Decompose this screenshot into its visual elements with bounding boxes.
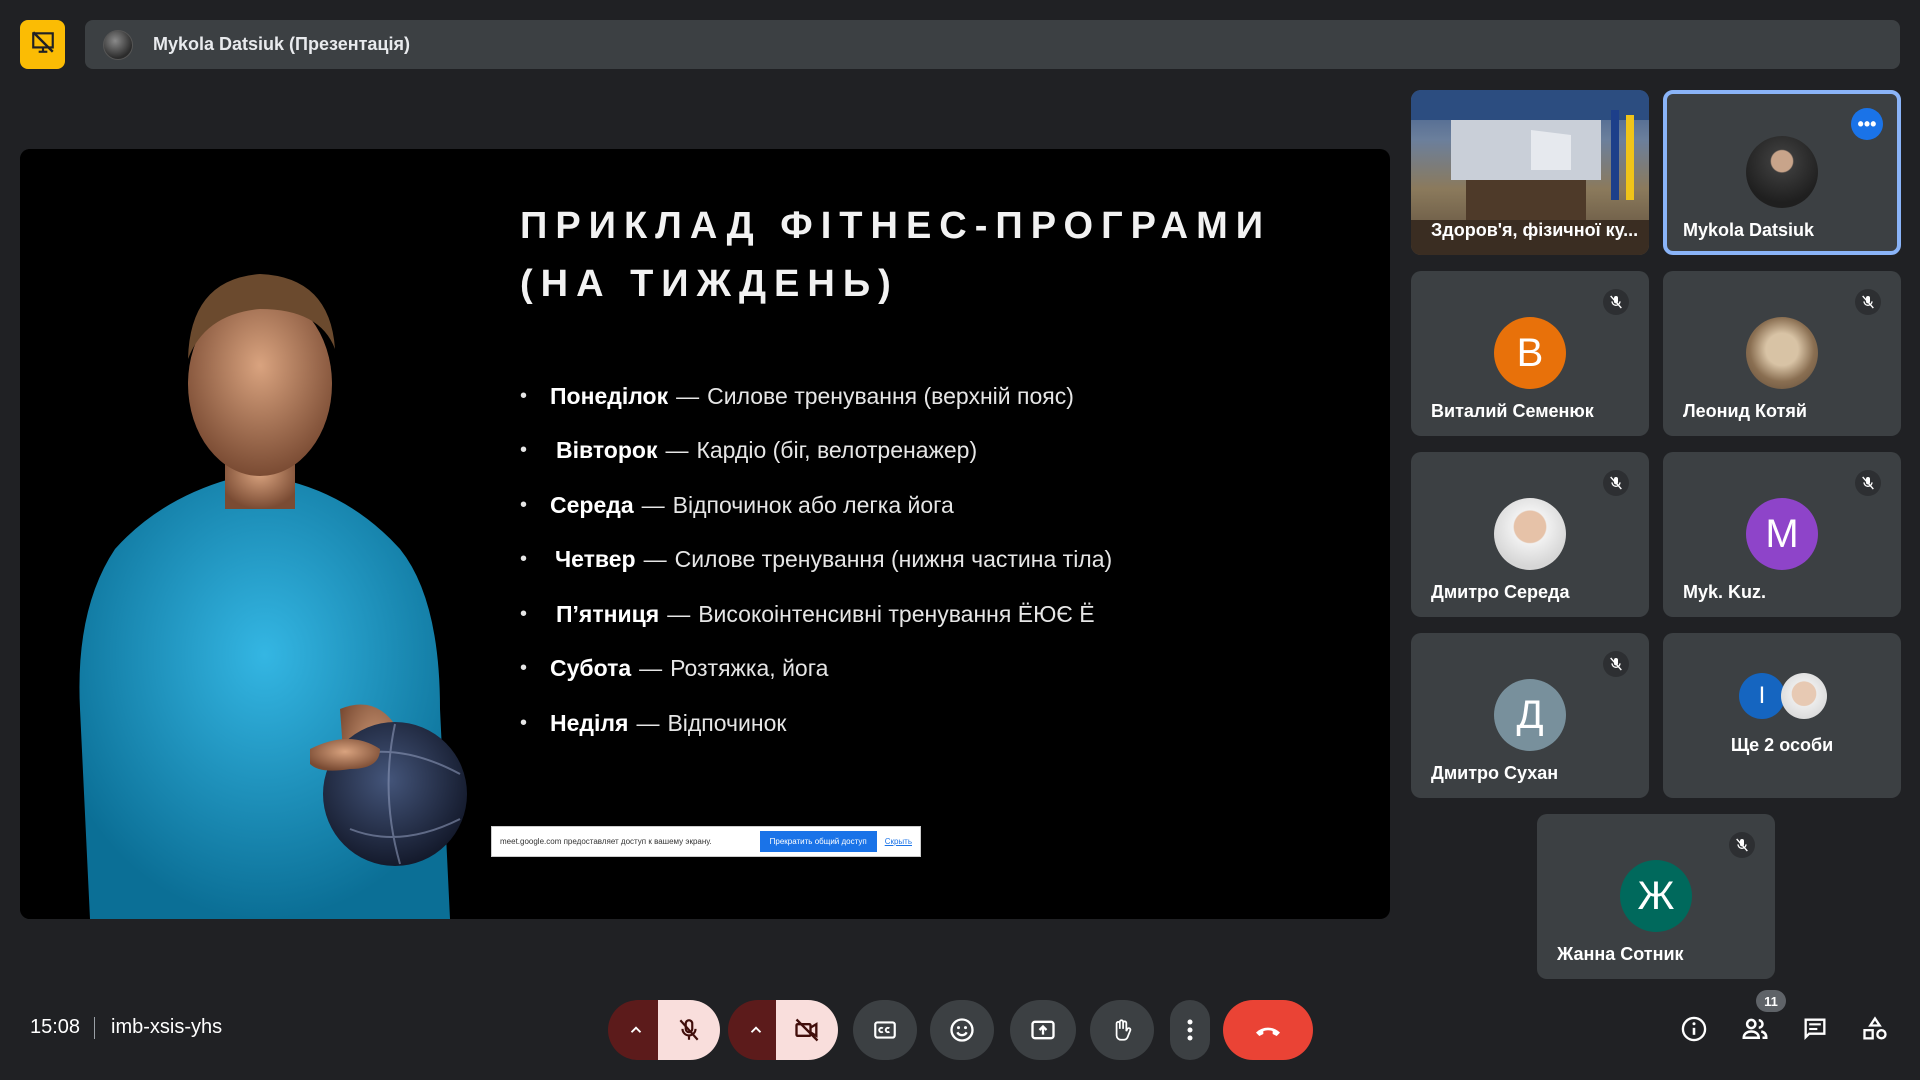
- present-now-button[interactable]: [1010, 1000, 1076, 1060]
- meet-window: Mykola Datsiuk (Презентація) ПРИКЛАД ФІТ…: [0, 0, 1920, 1080]
- participant-name: Mykola Datsiuk: [1683, 220, 1815, 240]
- mic-off-icon: [1729, 832, 1755, 858]
- participant-tile-active[interactable]: ••• Mykola Datsiuk: [1663, 90, 1901, 255]
- schedule-item: • Вівторок — Кардіо (біг, велотренажер): [520, 437, 978, 464]
- participant-name: Здоров'я, фізичної ку...: [1431, 220, 1639, 240]
- video-options-button[interactable]: [728, 1000, 783, 1060]
- more-horiz-icon: •••: [1857, 113, 1877, 134]
- leave-call-button[interactable]: [1223, 1000, 1313, 1060]
- more-participants-tile[interactable]: I Ще 2 особи: [1663, 633, 1901, 798]
- chevron-up-icon: [630, 1026, 641, 1033]
- participant-avatar: Д: [1494, 679, 1566, 751]
- participant-name: Леонид Котяй: [1683, 401, 1807, 421]
- presenter-bar[interactable]: Mykola Datsiuk (Презентація): [85, 20, 1900, 69]
- mic-off-icon: [1855, 470, 1881, 496]
- presentation-slide: ПРИКЛАД ФІТНЕС-ПРОГРАМИ (НА ТИЖДЕНЬ) • По…: [20, 149, 1390, 919]
- chat-icon: [1804, 1018, 1826, 1040]
- camera-toggle-button[interactable]: [776, 1000, 838, 1060]
- hand-icon: [1115, 1019, 1132, 1041]
- chevron-up-icon: [750, 1026, 761, 1033]
- meeting-code[interactable]: imb-xsis-yhs: [111, 1016, 222, 1039]
- slide-title: ПРИКЛАД ФІТНЕС-ПРОГРАМИ (НА ТИЖДЕНЬ): [520, 197, 1340, 313]
- participant-avatar: M: [1746, 498, 1818, 570]
- screen-share-banner: meet.google.com предоставляет доступ к в…: [491, 826, 921, 857]
- chat-button[interactable]: [1797, 1011, 1833, 1047]
- schedule-item: • Середа — Відпочинок або легка йога: [520, 491, 954, 518]
- more-participants-label: Ще 2 особи: [1730, 735, 1834, 755]
- info-icon: [1681, 1016, 1707, 1042]
- schedule-item: • Субота — Розтяжка, йога: [520, 655, 829, 682]
- hide-banner-link[interactable]: Скрыть: [885, 837, 912, 846]
- slide-title-line-2: (НА ТИЖДЕНЬ): [520, 263, 899, 305]
- activities-button[interactable]: [1857, 1011, 1893, 1047]
- more-vert-icon: [1187, 1019, 1193, 1041]
- presenter-avatar: [103, 29, 133, 60]
- athlete-photo: [20, 149, 490, 919]
- participant-avatar: I: [1739, 673, 1785, 719]
- people-count-badge: 11: [1756, 990, 1786, 1012]
- participant-tile[interactable]: Ж Жанна Сотник: [1537, 814, 1775, 979]
- presentation-off-icon: [30, 29, 56, 60]
- closed-captions-icon: [874, 1021, 896, 1039]
- shapes-icon: [1863, 1016, 1887, 1040]
- participant-avatar: [1746, 136, 1818, 208]
- videocam-off-icon: [795, 1018, 819, 1042]
- mic-off-icon: [1603, 289, 1629, 315]
- audio-options-button[interactable]: [608, 1000, 663, 1060]
- share-banner-text: meet.google.com предоставляет доступ к в…: [500, 837, 712, 846]
- microphone-toggle-button[interactable]: [658, 1000, 720, 1060]
- participant-name: Myk. Kuz.: [1683, 582, 1767, 602]
- more-options-button[interactable]: [1170, 1000, 1210, 1060]
- people-button[interactable]: [1737, 1011, 1773, 1047]
- participant-tile[interactable]: Леонид Котяй: [1663, 271, 1901, 436]
- participant-tile[interactable]: В Виталий Семенюк: [1411, 271, 1649, 436]
- participant-name: Жанна Сотник: [1557, 944, 1684, 964]
- slide-title-line-1: ПРИКЛАД ФІТНЕС-ПРОГРАМИ: [520, 205, 1272, 247]
- reactions-button[interactable]: [930, 1000, 994, 1060]
- emoji-icon: [950, 1018, 974, 1042]
- participant-tile[interactable]: M Myk. Kuz.: [1663, 452, 1901, 617]
- stop-sharing-button[interactable]: Прекратить общий доступ: [759, 831, 877, 852]
- present-to-all-icon: [1031, 1020, 1055, 1040]
- people-icon: [1742, 1018, 1768, 1039]
- participant-name: Дмитро Сухан: [1431, 763, 1559, 783]
- mic-off-icon: [1603, 651, 1629, 677]
- participant-avatar: [1746, 317, 1818, 389]
- participant-name: Дмитро Середа: [1431, 582, 1570, 602]
- participant-avatar: В: [1494, 317, 1566, 389]
- participant-avatar: [1781, 673, 1827, 719]
- participant-avatar: [1494, 498, 1566, 570]
- participant-tile[interactable]: Дмитро Середа: [1411, 452, 1649, 617]
- participant-name: Виталий Семенюк: [1431, 401, 1594, 421]
- meeting-details-button[interactable]: [1676, 1011, 1712, 1047]
- schedule-item: • Четвер — Силове тренування (нижня частина…: [520, 546, 1113, 573]
- presenter-label: Mykola Datsiuk (Презентація): [153, 34, 410, 54]
- presentation-toggle-button[interactable]: [20, 20, 65, 69]
- participant-avatar: Ж: [1620, 860, 1692, 932]
- participant-tile[interactable]: Д Дмитро Сухан: [1411, 633, 1649, 798]
- mic-off-icon: [1855, 289, 1881, 315]
- meeting-clock: 15:08: [30, 1016, 81, 1038]
- mic-off-icon: [1603, 470, 1629, 496]
- divider: [94, 1017, 95, 1039]
- captions-button[interactable]: [853, 1000, 917, 1060]
- call-end-icon: [1256, 1027, 1280, 1036]
- participant-tile[interactable]: Здоров'я, фізичної ку...: [1411, 90, 1649, 255]
- more-options-button[interactable]: •••: [1851, 108, 1883, 140]
- schedule-item: • Неділя — Відпочинок: [520, 709, 787, 736]
- schedule-item: • П’ятниця — Високоінтенсивні тренування ЁЮ…: [520, 600, 1095, 627]
- weekly-schedule-list: • Понеділок — Силове тренування (верхній по…: [520, 369, 1320, 751]
- schedule-item: • Понеділок — Силове тренування (верхній по…: [520, 382, 1074, 409]
- mic-off-icon: [679, 1019, 699, 1041]
- raise-hand-button[interactable]: [1090, 1000, 1154, 1060]
